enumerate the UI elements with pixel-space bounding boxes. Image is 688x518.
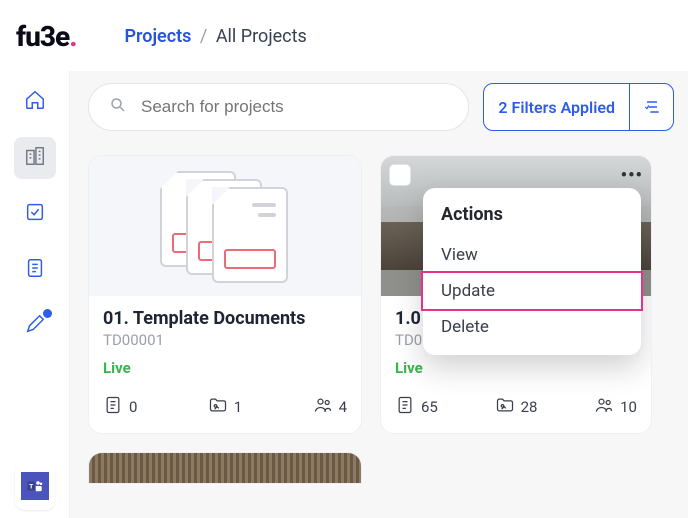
filters-icon bbox=[629, 84, 673, 130]
search-input[interactable] bbox=[141, 97, 448, 117]
card-thumbnail bbox=[89, 156, 361, 296]
card-status: Live bbox=[395, 359, 637, 377]
document-icon bbox=[103, 395, 123, 419]
buildings-icon bbox=[24, 145, 46, 171]
breadcrumb-current: All Projects bbox=[216, 26, 307, 47]
card-code: TD00001 bbox=[103, 331, 347, 349]
document-icon bbox=[24, 257, 46, 283]
stat-folders: 28 bbox=[495, 395, 538, 419]
breadcrumb: Projects / All Projects bbox=[125, 26, 307, 47]
notification-dot-icon bbox=[43, 309, 52, 318]
sidebar: T bbox=[0, 71, 70, 518]
sidebar-item-tasks[interactable] bbox=[14, 193, 56, 235]
topbar: fu3e. Projects / All Projects bbox=[0, 0, 688, 71]
toolbar: 2 Filters Applied bbox=[88, 83, 674, 131]
main: 2 Filters Applied 01. Template Documents bbox=[70, 71, 688, 518]
card-checkbox[interactable] bbox=[389, 164, 411, 186]
stat-people: 4 bbox=[313, 395, 347, 419]
teams-icon: T bbox=[21, 472, 49, 500]
card-title: 01. Template Documents bbox=[103, 308, 347, 329]
actions-menu: Actions View Update Delete bbox=[423, 188, 641, 355]
card-actions-button[interactable]: ••• bbox=[621, 165, 643, 186]
project-card[interactable]: 01. Template Documents TD00001 Live 0 1 bbox=[88, 155, 362, 434]
home-icon bbox=[24, 89, 46, 115]
people-icon bbox=[313, 395, 333, 419]
breadcrumb-root[interactable]: Projects bbox=[125, 26, 192, 47]
document-icon bbox=[395, 395, 415, 419]
logo[interactable]: fu3e. bbox=[16, 20, 77, 53]
filters-label: 2 Filters Applied bbox=[498, 98, 615, 117]
sidebar-item-teams[interactable]: T bbox=[15, 462, 55, 510]
card-status: Live bbox=[103, 359, 347, 377]
project-card[interactable] bbox=[88, 452, 362, 484]
sidebar-item-edit[interactable] bbox=[14, 305, 56, 347]
sidebar-item-projects[interactable] bbox=[14, 137, 56, 179]
folder-icon bbox=[495, 395, 515, 419]
projects-grid: 01. Template Documents TD00001 Live 0 1 bbox=[88, 155, 674, 434]
sidebar-item-home[interactable] bbox=[14, 81, 56, 123]
search-icon bbox=[109, 96, 127, 118]
filters-button[interactable]: 2 Filters Applied bbox=[483, 83, 674, 131]
stat-people: 10 bbox=[594, 395, 637, 419]
stat-folders: 1 bbox=[208, 395, 242, 419]
action-update[interactable]: Update bbox=[423, 273, 641, 309]
action-view[interactable]: View bbox=[423, 237, 641, 273]
folder-icon bbox=[208, 395, 228, 419]
pen-icon bbox=[24, 313, 46, 339]
stat-docs: 0 bbox=[103, 395, 137, 419]
checkbox-icon bbox=[24, 201, 46, 227]
people-icon bbox=[594, 395, 614, 419]
stat-docs: 65 bbox=[395, 395, 438, 419]
actions-menu-title: Actions bbox=[423, 202, 641, 237]
sidebar-item-docs[interactable] bbox=[14, 249, 56, 291]
project-card[interactable]: ••• 1.0 TD00001 Live 65 bbox=[380, 155, 652, 434]
search-box[interactable] bbox=[88, 83, 469, 131]
action-delete[interactable]: Delete bbox=[423, 309, 641, 345]
